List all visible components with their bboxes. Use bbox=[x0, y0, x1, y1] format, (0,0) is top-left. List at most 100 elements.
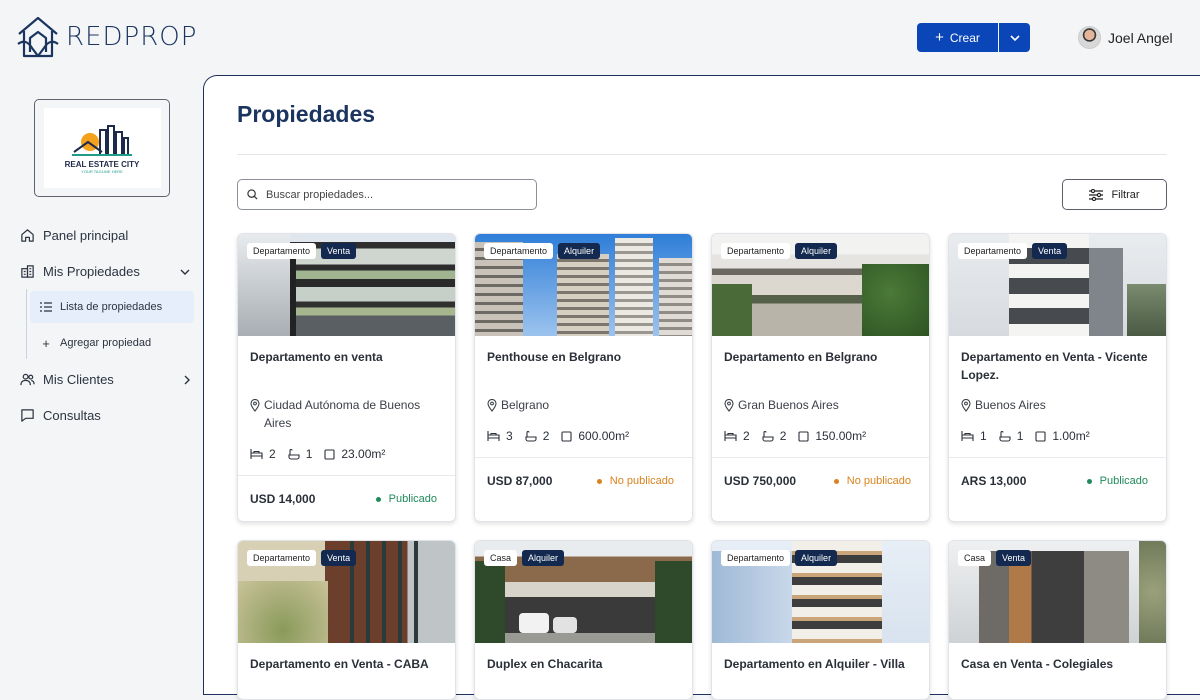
page-title: Propiedades bbox=[237, 101, 376, 127]
status-badge: Publicado bbox=[375, 493, 437, 505]
operation-badge: Alquiler bbox=[795, 550, 838, 566]
map-pin-icon bbox=[961, 399, 971, 412]
company-logo-card[interactable]: REAL ESTATE CITY YOUR TAGLINE HERE bbox=[34, 99, 170, 197]
bath-icon bbox=[288, 448, 300, 460]
operation-badge: Alquiler bbox=[522, 550, 565, 566]
bed-icon bbox=[724, 431, 737, 441]
area-square-icon bbox=[561, 430, 572, 442]
filter-button[interactable]: Filtrar bbox=[1062, 179, 1167, 210]
property-card[interactable]: Departamento Alquiler Departamento en Be… bbox=[711, 233, 930, 522]
baths-count: 1 bbox=[1016, 429, 1024, 443]
property-photo: Casa Alquiler bbox=[475, 541, 692, 643]
property-photo: Casa Venta bbox=[949, 541, 1166, 643]
create-button[interactable]: + Crear bbox=[917, 23, 998, 52]
user-name: Joel Angel bbox=[1108, 29, 1173, 46]
status-text: Publicado bbox=[1099, 475, 1148, 487]
top-bar: REDPROP + Crear Joel Angel bbox=[0, 0, 1200, 75]
filter-label: Filtrar bbox=[1111, 188, 1140, 201]
rooms-count: 1 bbox=[980, 429, 987, 443]
property-photo: Departamento Venta bbox=[949, 234, 1166, 336]
property-card[interactable]: Departamento Alquiler Penthouse en Belgr… bbox=[474, 233, 693, 522]
rooms-count: 2 bbox=[743, 429, 750, 443]
plus-icon: + bbox=[935, 29, 944, 46]
company-tagline: YOUR TAGLINE HERE bbox=[81, 169, 123, 174]
chevron-down-icon bbox=[1009, 34, 1020, 41]
sliders-icon bbox=[1089, 188, 1104, 201]
property-card[interactable]: Departamento Venta Departamento en Venta… bbox=[237, 540, 456, 700]
area-square-icon bbox=[1035, 430, 1046, 442]
sidebar-item-mis-propiedades[interactable]: Mis Propiedades bbox=[20, 264, 190, 279]
property-card[interactable]: Departamento Venta Departamento en Venta… bbox=[948, 233, 1167, 522]
property-card[interactable]: Departamento Venta Departamento en venta… bbox=[237, 233, 456, 522]
baths-feature: 1 bbox=[999, 429, 1024, 443]
app-logo[interactable]: REDPROP bbox=[16, 14, 197, 60]
rooms-count: 3 bbox=[506, 429, 513, 443]
sidebar-item-agregar-propiedad[interactable]: + Agregar propiedad bbox=[30, 327, 194, 359]
property-photo: Departamento Venta bbox=[238, 234, 455, 336]
status-text: Publicado bbox=[388, 493, 437, 505]
property-title: Departamento en Belgrano bbox=[724, 350, 878, 364]
property-price: USD 14,000 bbox=[250, 492, 316, 506]
location-text: Gran Buenos Aires bbox=[738, 398, 839, 412]
bed-icon bbox=[961, 431, 974, 441]
title-divider bbox=[237, 154, 1167, 155]
property-title: Departamento en Venta - CABA bbox=[250, 657, 429, 671]
property-card[interactable]: Casa Venta Casa en Venta - Colegiales bbox=[948, 540, 1167, 700]
property-type-badge: Departamento bbox=[721, 550, 791, 566]
property-title: Departamento en Venta - Vicente Lopez. bbox=[961, 350, 1148, 382]
status-text: No publicado bbox=[609, 475, 674, 487]
property-photo: Departamento Alquiler bbox=[475, 234, 692, 336]
bath-icon bbox=[525, 430, 537, 442]
rooms-feature: 2 bbox=[250, 447, 276, 461]
search-box[interactable] bbox=[237, 179, 537, 210]
property-location: Belgrano bbox=[487, 396, 687, 414]
baths-count: 1 bbox=[305, 447, 313, 461]
location-text: Belgrano bbox=[501, 398, 550, 412]
area-feature: 600.00m² bbox=[561, 429, 629, 443]
chevron-right-icon bbox=[184, 375, 190, 384]
area-value: 23.00m² bbox=[341, 447, 386, 461]
property-location: Gran Buenos Aires bbox=[724, 396, 924, 414]
property-price: USD 750,000 bbox=[724, 474, 797, 488]
create-label: Crear bbox=[949, 30, 980, 45]
status-badge: No publicado bbox=[596, 475, 674, 487]
property-photo: Departamento Alquiler bbox=[712, 541, 929, 643]
property-price: ARS 13,000 bbox=[961, 474, 1027, 488]
property-title: Casa en Venta - Colegiales bbox=[961, 657, 1114, 671]
plus-icon: + bbox=[42, 335, 50, 351]
status-badge: Publicado bbox=[1086, 475, 1148, 487]
rooms-count: 2 bbox=[269, 447, 276, 461]
sidebar-item-label: Consultas bbox=[43, 408, 101, 423]
sidebar-item-consultas[interactable]: Consultas bbox=[20, 408, 190, 423]
sidebar-item-label: Mis Clientes bbox=[43, 372, 114, 387]
sidebar-item-panel-principal[interactable]: Panel principal bbox=[20, 228, 190, 243]
property-price: USD 87,000 bbox=[487, 474, 553, 488]
operation-badge: Venta bbox=[1032, 243, 1068, 259]
property-card[interactable]: Departamento Alquiler Departamento en Al… bbox=[711, 540, 930, 700]
baths-feature: 2 bbox=[525, 429, 549, 443]
property-type-badge: Casa bbox=[484, 550, 518, 566]
home-icon bbox=[21, 229, 34, 242]
area-feature: 150.00m² bbox=[798, 429, 866, 443]
status-dot bbox=[833, 478, 839, 484]
property-card[interactable]: Casa Alquiler Duplex en Chacarita bbox=[474, 540, 693, 700]
property-location: Buenos Aires bbox=[961, 396, 1161, 414]
company-logo: REAL ESTATE CITY YOUR TAGLINE HERE bbox=[43, 108, 161, 188]
avatar bbox=[1078, 26, 1101, 49]
sidebar-item-label: Panel principal bbox=[43, 228, 129, 243]
create-dropdown-button[interactable] bbox=[999, 23, 1030, 52]
status-dot bbox=[375, 496, 381, 502]
sidebar-item-lista-propiedades[interactable]: Lista de propiedades bbox=[30, 291, 194, 323]
search-input[interactable] bbox=[266, 188, 516, 201]
users-icon bbox=[20, 373, 35, 386]
operation-badge: Alquiler bbox=[795, 243, 838, 259]
property-features: 2 2 150.00m² bbox=[724, 429, 866, 443]
property-type-badge: Departamento bbox=[721, 243, 791, 259]
sidebar: REAL ESTATE CITY YOUR TAGLINE HERE Panel… bbox=[0, 75, 204, 675]
property-photo: Departamento Alquiler bbox=[712, 234, 929, 336]
area-feature: 1.00m² bbox=[1035, 429, 1090, 443]
sidebar-item-mis-clientes[interactable]: Mis Clientes bbox=[20, 372, 190, 387]
property-type-badge: Departamento bbox=[958, 243, 1028, 259]
user-menu[interactable]: Joel Angel bbox=[1078, 26, 1173, 49]
status-badge: No publicado bbox=[833, 475, 911, 487]
